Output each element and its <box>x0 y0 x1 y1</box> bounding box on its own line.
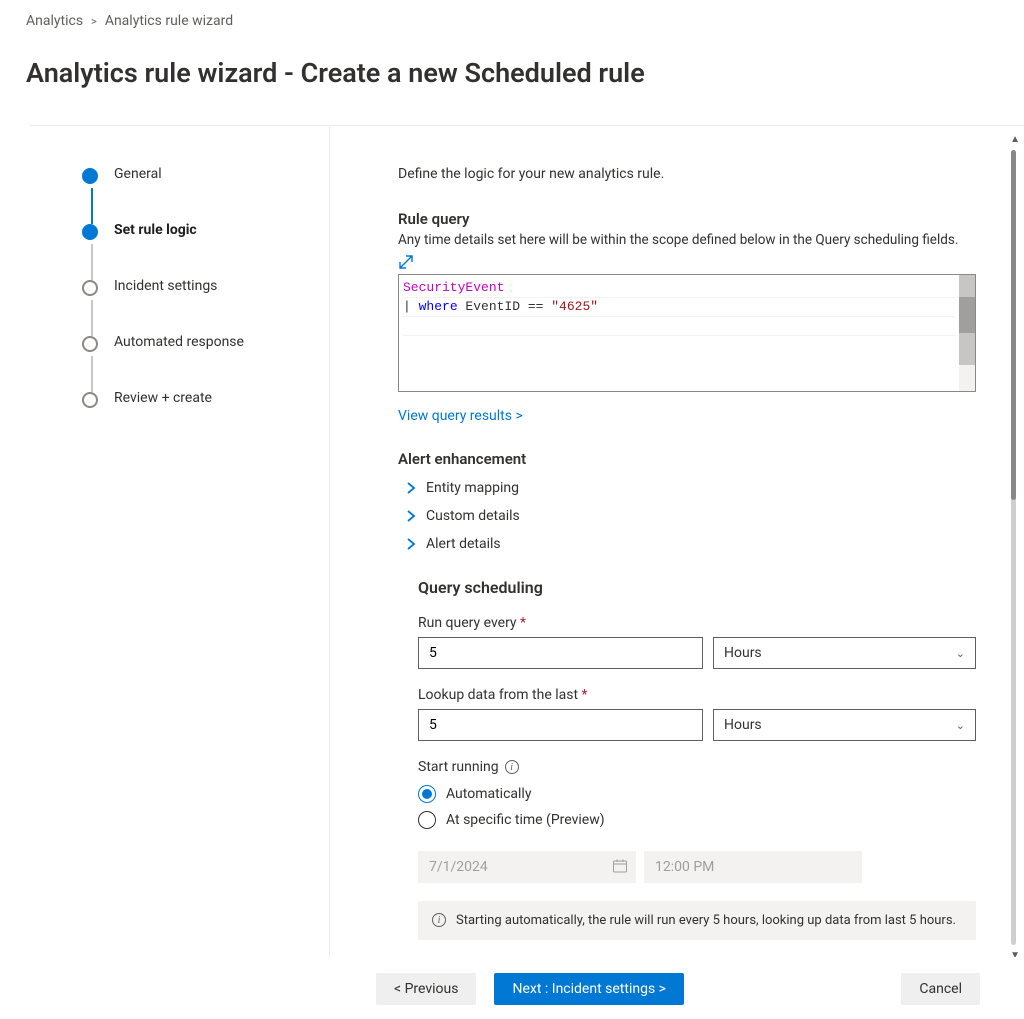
run-query-every-label: Run query every * <box>418 615 976 631</box>
step-set-rule-logic[interactable]: Set rule logic <box>114 222 197 238</box>
query-token-string: "4625" <box>551 299 598 314</box>
view-query-results-link[interactable]: View query results > <box>398 408 523 424</box>
step-dot-general <box>82 168 98 184</box>
query-token-keyword: where <box>419 299 458 314</box>
wizard-content: Define the logic for your new analytics … <box>330 126 1024 969</box>
step-connector <box>91 356 93 392</box>
radio-label: Automatically <box>446 786 531 802</box>
step-connector <box>91 244 93 280</box>
step-general[interactable]: General <box>114 166 162 182</box>
rule-query-editor[interactable]: SecurityEvent | where EventID == "4625" <box>398 274 976 392</box>
content-lead-text: Define the logic for your new analytics … <box>398 166 976 182</box>
expander-custom-details[interactable]: Custom details <box>398 502 976 530</box>
step-automated-response[interactable]: Automated response <box>114 334 244 350</box>
radio-icon[interactable] <box>418 811 436 829</box>
cancel-button[interactable]: Cancel <box>901 973 980 1005</box>
step-connector <box>91 300 93 336</box>
chevron-right-icon: > <box>91 15 97 28</box>
scroll-up-icon[interactable]: ▲ <box>1010 134 1020 145</box>
next-button[interactable]: Next : Incident settings > <box>494 973 683 1005</box>
breadcrumb-root[interactable]: Analytics <box>26 13 83 29</box>
expand-arrow-icon[interactable] <box>398 254 976 270</box>
step-dot-review-create <box>82 392 98 408</box>
required-asterisk: * <box>582 687 588 703</box>
lookup-data-value-input[interactable] <box>418 709 703 741</box>
info-icon[interactable]: i <box>505 760 519 774</box>
chevron-down-icon: ⌄ <box>956 647 965 660</box>
start-running-label: Start running <box>418 759 499 775</box>
run-query-every-value-input[interactable] <box>418 637 703 669</box>
chevron-right-icon <box>406 482 416 494</box>
chevron-right-icon <box>406 510 416 522</box>
wizard-footer: < Previous Next : Incident settings > Ca… <box>0 957 1024 1019</box>
lookup-data-label: Lookup data from the last * <box>418 687 976 703</box>
step-incident-settings[interactable]: Incident settings <box>114 278 217 294</box>
info-icon: i <box>432 913 446 927</box>
run-query-every-unit-select[interactable]: Hours ⌄ <box>713 637 976 669</box>
step-review-create[interactable]: Review + create <box>114 390 212 406</box>
step-dot-incident-settings <box>82 280 98 296</box>
start-date-value: 7/1/2024 <box>429 859 488 875</box>
radio-automatically[interactable]: Automatically <box>418 781 976 807</box>
expander-label: Alert details <box>426 536 501 552</box>
calendar-icon <box>612 858 628 874</box>
rule-query-subtext: Any time details set here will be within… <box>398 232 976 248</box>
breadcrumb: Analytics > Analytics rule wizard <box>0 0 1024 39</box>
scrollbar-thumb[interactable] <box>1011 150 1016 500</box>
lookup-data-unit-select[interactable]: Hours ⌄ <box>713 709 976 741</box>
radio-icon[interactable] <box>418 785 436 803</box>
expander-entity-mapping[interactable]: Entity mapping <box>398 474 976 502</box>
query-scrollbar[interactable] <box>959 275 975 391</box>
select-value: Hours <box>724 645 762 661</box>
page-title: Analytics rule wizard - Create a new Sch… <box>0 57 1024 107</box>
start-time-value: 12:00 PM <box>655 859 714 875</box>
query-scrollbar-thumb-inner[interactable] <box>959 297 975 333</box>
chevron-right-icon <box>406 538 416 550</box>
query-token-identifier: SecurityEvent <box>403 280 504 295</box>
alert-enhancement-heading: Alert enhancement <box>398 450 976 468</box>
info-banner-text: Starting automatically, the rule will ru… <box>456 913 956 928</box>
expander-label: Entity mapping <box>426 480 519 496</box>
previous-button[interactable]: < Previous <box>376 973 476 1005</box>
required-asterisk: * <box>520 615 526 631</box>
start-time-input: 12:00 PM <box>644 851 862 883</box>
step-dot-set-rule-logic <box>82 224 98 240</box>
query-token-field: EventID <box>458 299 528 314</box>
expander-alert-details[interactable]: Alert details <box>398 530 976 558</box>
step-dot-automated-response <box>82 336 98 352</box>
chevron-down-icon: ⌄ <box>956 719 965 732</box>
start-date-input: 7/1/2024 <box>418 851 636 883</box>
select-value: Hours <box>724 717 762 733</box>
breadcrumb-current: Analytics rule wizard <box>105 13 233 29</box>
query-token-operator: == <box>528 299 551 314</box>
step-connector <box>91 188 93 224</box>
rule-query-heading: Rule query <box>398 210 976 228</box>
radio-label: At specific time (Preview) <box>446 812 605 828</box>
query-token-pipe: | <box>403 299 419 314</box>
radio-at-specific-time[interactable]: At specific time (Preview) <box>418 807 976 833</box>
expander-label: Custom details <box>426 508 520 524</box>
wizard-stepper: General Set rule logic Incident settings… <box>30 126 330 969</box>
query-scheduling-heading: Query scheduling <box>418 578 976 597</box>
scheduling-info-banner: i Starting automatically, the rule will … <box>418 901 976 940</box>
